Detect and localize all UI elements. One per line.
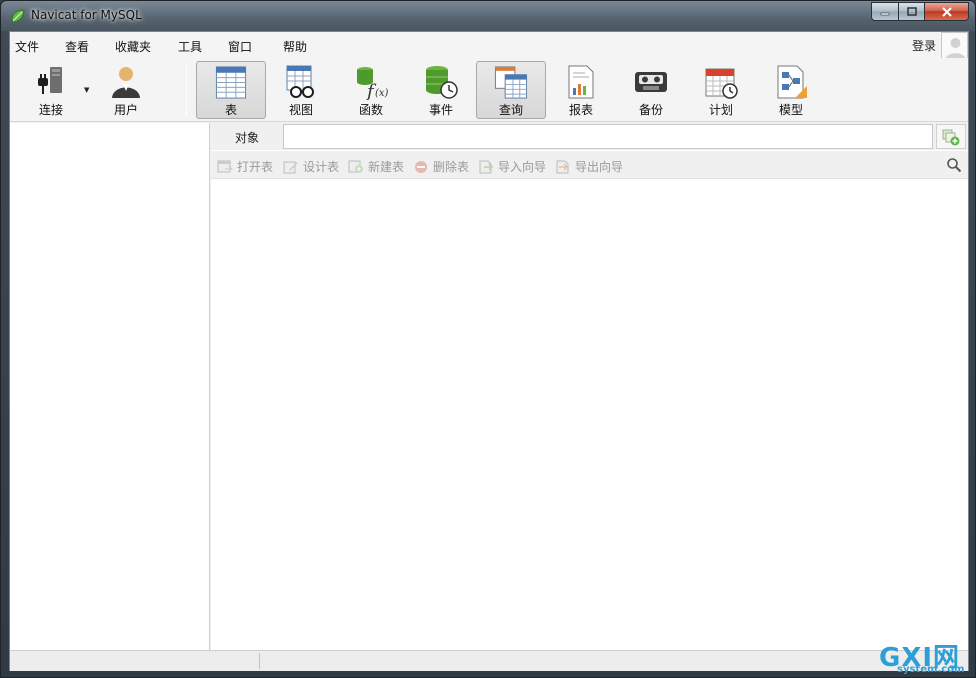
menu-file[interactable]: 文件 — [15, 38, 39, 55]
open-table-icon — [217, 160, 233, 172]
import-icon — [479, 160, 494, 173]
title-bar[interactable]: Navicat for MySQL — [1, 1, 975, 31]
status-separator — [259, 653, 260, 669]
open-table-button[interactable]: 打开表 — [217, 158, 273, 175]
toolbar-label: 函数 — [358, 103, 383, 117]
menu-bar: 文件 查看 收藏夹 工具 窗口 帮助 登录 — [10, 32, 968, 59]
new-tab-button[interactable] — [936, 124, 966, 149]
navicat-logo-icon — [11, 9, 25, 23]
connection-icon — [38, 67, 62, 94]
minimize-button[interactable] — [871, 2, 899, 21]
close-button[interactable] — [925, 2, 969, 21]
action-label: 打开表 — [237, 160, 274, 174]
status-bar — [10, 650, 968, 671]
toolbar-label: 连接 — [38, 103, 63, 117]
minimize-icon — [880, 12, 890, 15]
design-table-button[interactable]: 设计表 — [283, 158, 339, 175]
toolbar-label: 计划 — [708, 103, 733, 117]
toolbar-report-button[interactable]: 报表 — [546, 61, 616, 119]
action-label: 删除表 — [433, 160, 470, 174]
search-icon[interactable] — [946, 157, 962, 173]
toolbar-separator — [186, 64, 187, 116]
main-toolbar: 连接 ▼ 用户 表 视图 f (x) 函数 事件 查询 报表 备份 计划 模型 — [10, 58, 968, 122]
toolbar-function-button[interactable]: f (x) 函数 — [336, 61, 406, 119]
table-icon — [215, 66, 247, 99]
toolbar-label: 报表 — [568, 103, 593, 117]
export-icon — [556, 160, 569, 173]
view-icon — [286, 65, 314, 98]
login-link[interactable]: 登录 — [912, 37, 936, 54]
add-tab-icon — [942, 129, 960, 145]
toolbar-label: 表 — [224, 103, 237, 117]
maximize-button[interactable] — [899, 2, 925, 21]
object-action-bar: 打开表 设计表 新建表 删除表 导入向导 导出向导 — [211, 151, 968, 179]
app-window: Navicat for MySQL 文件 查看 收藏夹 工具 窗口 帮助 登录 — [0, 0, 976, 678]
report-icon — [568, 65, 594, 99]
toolbar-schedule-button[interactable]: 计划 — [686, 61, 756, 119]
toolbar-query-button[interactable]: 查询 — [476, 61, 546, 119]
chevron-down-icon[interactable]: ▼ — [84, 86, 89, 94]
toolbar-label: 事件 — [428, 103, 453, 117]
connection-tree-pane[interactable] — [10, 123, 210, 650]
toolbar-user-button[interactable]: 用户 — [91, 61, 161, 119]
close-icon — [941, 6, 952, 17]
watermark-domain: system.com — [897, 664, 965, 675]
action-label: 新建表 — [368, 160, 405, 174]
menu-view[interactable]: 查看 — [65, 38, 89, 55]
new-table-icon — [348, 160, 363, 173]
menu-help[interactable]: 帮助 — [283, 38, 307, 55]
query-icon — [494, 66, 528, 99]
action-label: 导入向导 — [498, 160, 547, 174]
svg-text:(x): (x) — [375, 88, 389, 99]
delete-table-button[interactable]: 删除表 — [413, 158, 469, 175]
avatar[interactable] — [941, 32, 968, 59]
delete-table-icon — [415, 160, 427, 173]
maximize-icon — [906, 7, 917, 16]
object-tab-strip[interactable] — [283, 124, 933, 149]
toolbar-label: 模型 — [778, 103, 803, 117]
object-tab-bar: 对象 — [211, 123, 968, 150]
toolbar-connection-button[interactable]: 连接 — [16, 61, 86, 119]
action-label: 导出向导 — [575, 160, 624, 174]
event-icon — [426, 66, 458, 99]
schedule-icon — [705, 68, 738, 99]
toolbar-model-button[interactable]: 模型 — [756, 61, 826, 119]
new-table-button[interactable]: 新建表 — [348, 158, 404, 175]
toolbar-backup-button[interactable]: 备份 — [616, 61, 686, 119]
menu-window[interactable]: 窗口 — [228, 38, 252, 55]
design-table-icon — [283, 161, 298, 173]
toolbar-event-button[interactable]: 事件 — [406, 61, 476, 119]
toolbar-label: 查询 — [498, 103, 523, 117]
toolbar-view-button[interactable]: 视图 — [266, 61, 336, 119]
model-icon — [777, 65, 807, 99]
window-controls — [871, 2, 969, 21]
object-list[interactable] — [211, 180, 968, 650]
menu-favorites[interactable]: 收藏夹 — [115, 38, 151, 55]
client-area: 文件 查看 收藏夹 工具 窗口 帮助 登录 连接 ▼ 用户 表 视图 f (x)… — [9, 31, 969, 671]
export-wizard-button[interactable]: 导出向导 — [555, 158, 623, 175]
toolbar-table-button[interactable]: 表 — [196, 61, 266, 119]
toolbar-label: 用户 — [113, 103, 138, 117]
site-watermark: GXI网 system.com — [879, 637, 975, 678]
object-pane: 对象 打开表 设计表 新建表 删除表 导入向导 导出向导 — [211, 123, 968, 650]
function-icon: f (x) — [357, 67, 389, 100]
action-label: 设计表 — [303, 160, 340, 174]
user-icon — [112, 67, 140, 98]
window-title: Navicat for MySQL — [31, 8, 142, 22]
backup-icon — [635, 72, 667, 92]
toolbar-label: 视图 — [288, 103, 313, 117]
import-wizard-button[interactable]: 导入向导 — [478, 158, 546, 175]
user-avatar-icon — [945, 38, 966, 58]
menu-tools[interactable]: 工具 — [178, 38, 202, 55]
toolbar-label: 备份 — [638, 103, 663, 117]
tab-objects[interactable]: 对象 — [235, 129, 259, 146]
